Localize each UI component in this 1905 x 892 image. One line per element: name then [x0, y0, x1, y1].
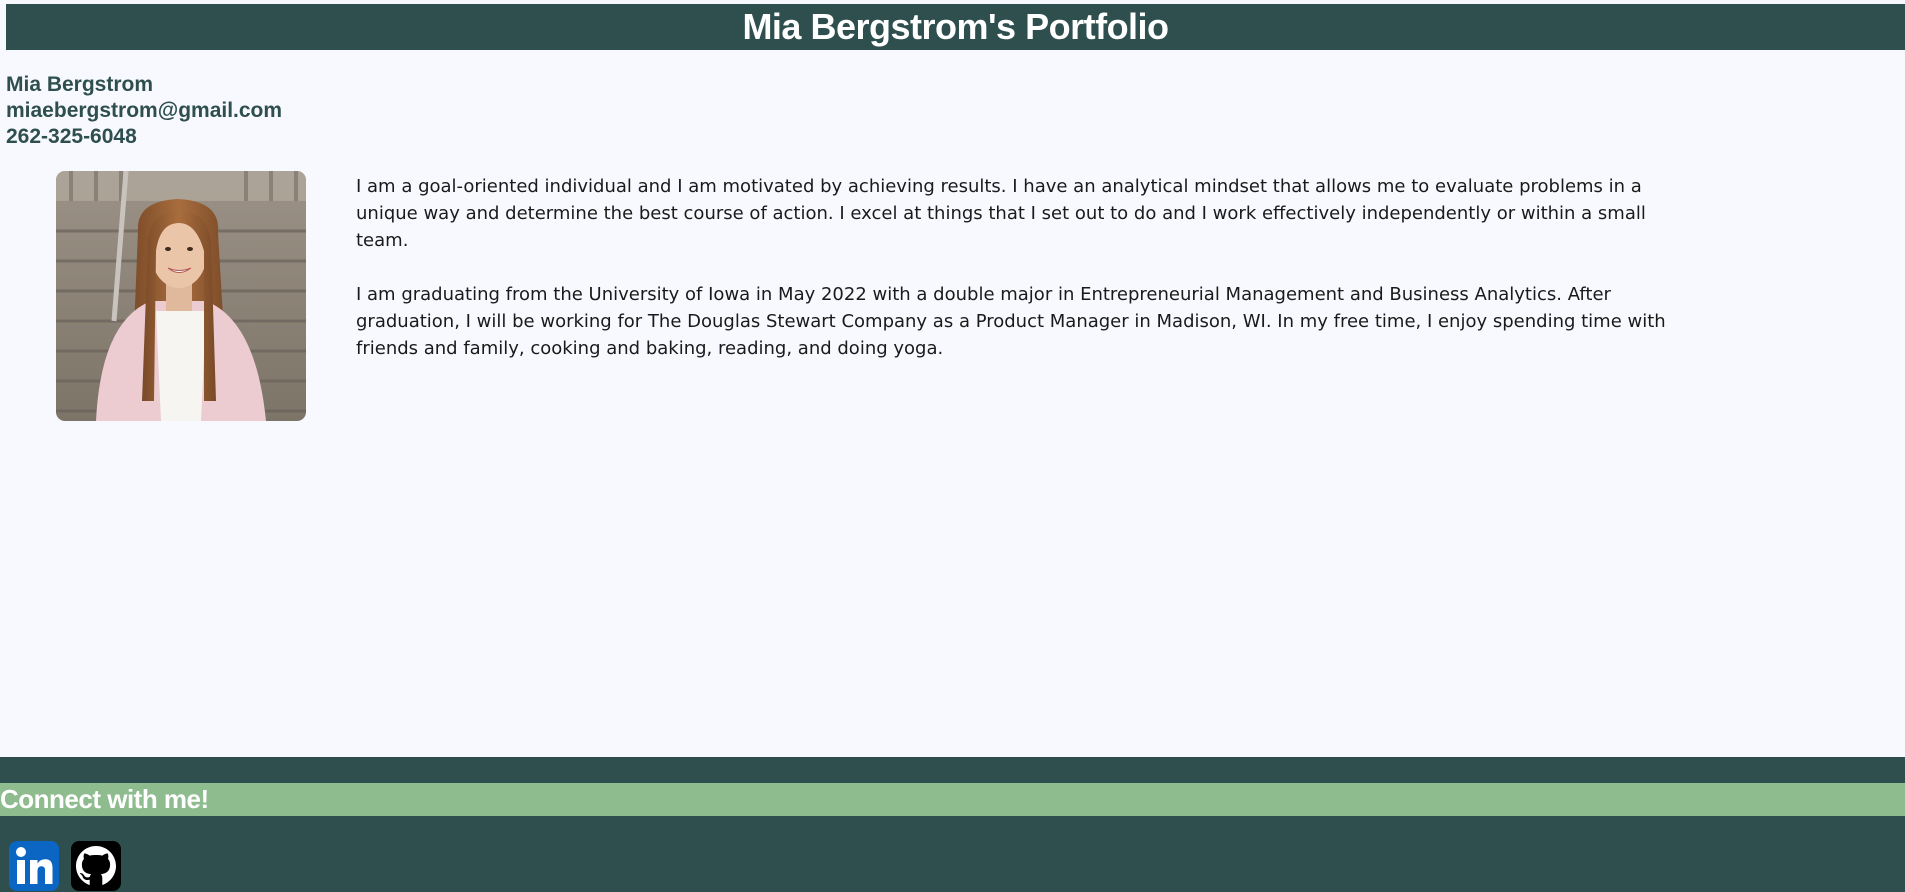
connect-heading: Connect with me!: [0, 784, 209, 814]
github-link[interactable]: [71, 841, 121, 891]
contact-name: Mia Bergstrom: [6, 73, 154, 96]
bio-section: I am a goal-oriented individual and I am…: [356, 173, 1696, 389]
contact-email: miaebergstrom@gmail.com: [6, 99, 283, 122]
profile-photo: [56, 171, 306, 421]
header-bar: Mia Bergstrom's Portfolio: [6, 4, 1905, 50]
page-title: Mia Bergstrom's Portfolio: [742, 6, 1169, 47]
linkedin-icon: [9, 841, 59, 891]
contact-info: Mia Bergstrom miaebergstrom@gmail.com 26…: [6, 72, 282, 150]
footer: Connect with me!: [0, 757, 1905, 892]
bio-paragraph-1: I am a goal-oriented individual and I am…: [356, 176, 1646, 251]
contact-phone: 262-325-6048: [6, 125, 137, 148]
github-icon: [71, 841, 121, 891]
linkedin-link[interactable]: [9, 841, 59, 891]
bio-paragraph-2: I am graduating from the University of I…: [356, 284, 1666, 359]
connect-band: Connect with me!: [0, 783, 1905, 816]
social-links: [9, 841, 121, 891]
portfolio-page: Mia Bergstrom's Portfolio Mia Bergstrom …: [0, 0, 1905, 892]
